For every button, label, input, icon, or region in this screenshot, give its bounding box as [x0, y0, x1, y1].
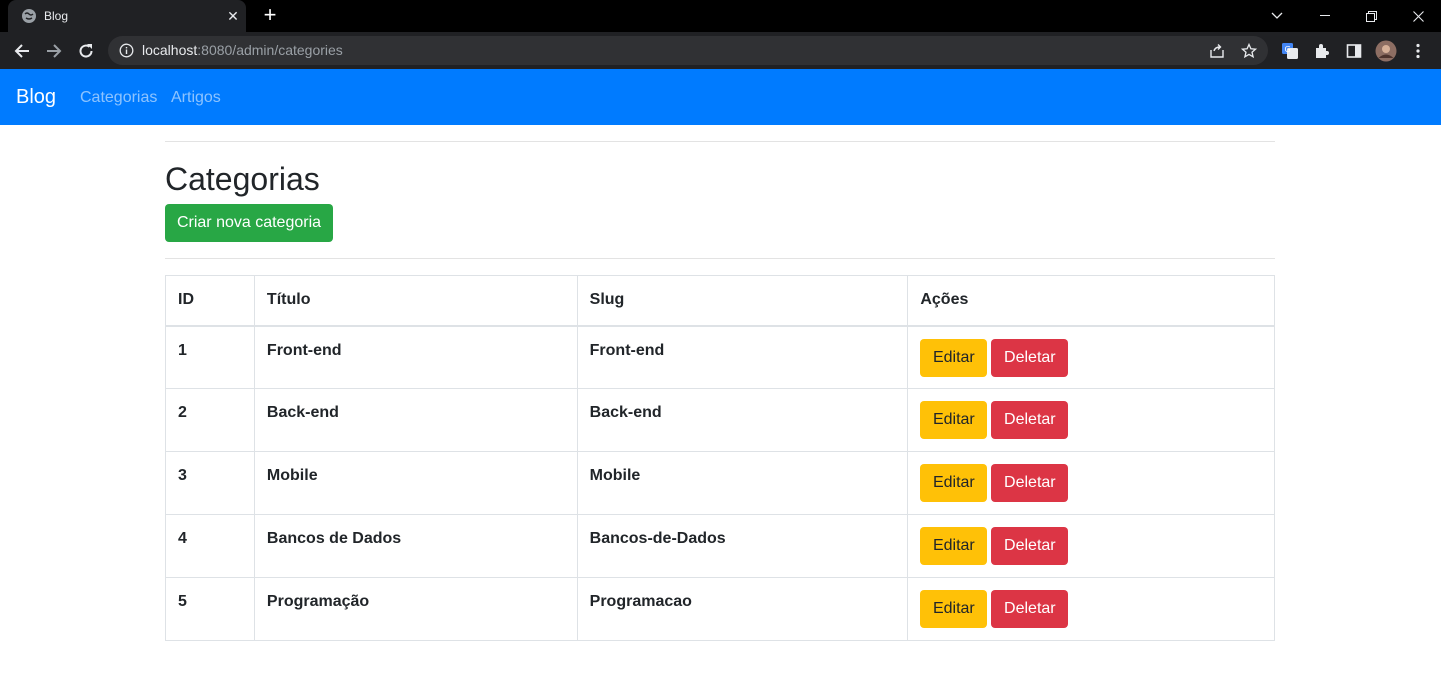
- side-panel-icon[interactable]: [1343, 40, 1365, 62]
- edit-button[interactable]: Editar: [920, 464, 988, 502]
- back-arrow-icon[interactable]: [11, 40, 33, 62]
- minimize-icon[interactable]: [1302, 0, 1348, 32]
- cell-title: Bancos de Dados: [253, 514, 578, 578]
- tab-title: Blog: [44, 9, 69, 23]
- cell-slug: Bancos-de-Dados: [576, 514, 909, 578]
- cell-slug: Back-end: [576, 388, 909, 452]
- header-slug: Slug: [576, 275, 909, 327]
- cell-title: Mobile: [253, 451, 578, 515]
- delete-button[interactable]: Deletar: [991, 527, 1069, 565]
- cell-title: Front-end: [253, 325, 578, 389]
- delete-button[interactable]: Deletar: [991, 590, 1069, 628]
- url-text: localhost:8080/admin/categories: [142, 43, 343, 58]
- site-info-icon[interactable]: [119, 43, 134, 58]
- translate-icon[interactable]: G: [1279, 40, 1301, 62]
- cell-id: 2: [165, 388, 255, 452]
- forward-arrow-icon[interactable]: [43, 40, 65, 62]
- cell-actions: Editar Deletar: [907, 514, 1275, 578]
- cell-id: 5: [165, 577, 255, 641]
- cell-actions: Editar Deletar: [907, 388, 1275, 452]
- cell-id: 3: [165, 451, 255, 515]
- tab-search-icon[interactable]: [1254, 0, 1300, 32]
- restore-icon[interactable]: [1348, 0, 1394, 32]
- table-row: 3 Mobile Mobile Editar Deletar: [165, 451, 1275, 515]
- nav-link-artigos[interactable]: Artigos: [171, 88, 221, 108]
- cell-title: Back-end: [253, 388, 578, 452]
- url-path: :8080/admin/categories: [197, 42, 343, 58]
- table-row: 1 Front-end Front-end Editar Deletar: [165, 325, 1275, 389]
- categories-table: ID Título Slug Ações 1 Front-end Front-e…: [165, 275, 1275, 641]
- header-title: Título: [253, 275, 578, 327]
- table-row: 4 Bancos de Dados Bancos-de-Dados Editar…: [165, 514, 1275, 578]
- edit-button[interactable]: Editar: [920, 527, 988, 565]
- divider-bottom: [165, 258, 1275, 259]
- new-tab-icon[interactable]: +: [260, 4, 280, 26]
- bookmark-star-icon[interactable]: [1240, 42, 1258, 60]
- cell-id: 4: [165, 514, 255, 578]
- extensions-icon[interactable]: [1311, 40, 1333, 62]
- page-title: Categorias: [165, 161, 320, 197]
- browser-tab-strip: Blog ✕ +: [0, 0, 1441, 32]
- share-icon[interactable]: [1208, 42, 1226, 60]
- url-host: localhost: [142, 42, 198, 58]
- svg-text:G: G: [1285, 45, 1291, 54]
- cell-actions: Editar Deletar: [907, 451, 1275, 515]
- chrome-menu-icon[interactable]: [1407, 40, 1429, 62]
- close-window-icon[interactable]: [1395, 0, 1441, 32]
- edit-button[interactable]: Editar: [920, 590, 988, 628]
- table-row: 5 Programação Programacao Editar Deletar: [165, 577, 1275, 641]
- delete-button[interactable]: Deletar: [991, 401, 1069, 439]
- browser-toolbar: localhost:8080/admin/categories G: [0, 32, 1441, 69]
- delete-button[interactable]: Deletar: [991, 464, 1069, 502]
- cell-slug: Front-end: [576, 325, 909, 389]
- divider-top: [165, 141, 1275, 142]
- profile-avatar-icon[interactable]: [1375, 40, 1397, 62]
- tab-close-icon[interactable]: ✕: [225, 8, 241, 24]
- address-bar[interactable]: localhost:8080/admin/categories: [108, 36, 1268, 65]
- table-row: 2 Back-end Back-end Editar Deletar: [165, 388, 1275, 452]
- cell-actions: Editar Deletar: [907, 325, 1275, 389]
- site-navbar: Blog Categorias Artigos: [0, 69, 1441, 125]
- navbar-brand[interactable]: Blog: [16, 85, 56, 109]
- reload-icon[interactable]: [75, 40, 97, 62]
- header-actions: Ações: [907, 275, 1275, 327]
- header-id: ID: [165, 275, 255, 327]
- cell-actions: Editar Deletar: [907, 577, 1275, 641]
- delete-button[interactable]: Deletar: [991, 338, 1069, 377]
- globe-icon: [21, 8, 37, 24]
- cell-slug: Mobile: [576, 451, 909, 515]
- cell-id: 1: [165, 325, 255, 389]
- edit-button[interactable]: Editar: [920, 401, 988, 439]
- cell-title: Programação: [253, 577, 578, 641]
- nav-link-categorias[interactable]: Categorias: [80, 88, 157, 108]
- edit-button[interactable]: Editar: [920, 338, 988, 377]
- cell-slug: Programacao: [576, 577, 909, 641]
- browser-tab[interactable]: Blog ✕: [8, 0, 246, 32]
- table-header-row: ID Título Slug Ações: [165, 275, 1275, 327]
- create-category-button[interactable]: Criar nova categoria: [165, 204, 333, 242]
